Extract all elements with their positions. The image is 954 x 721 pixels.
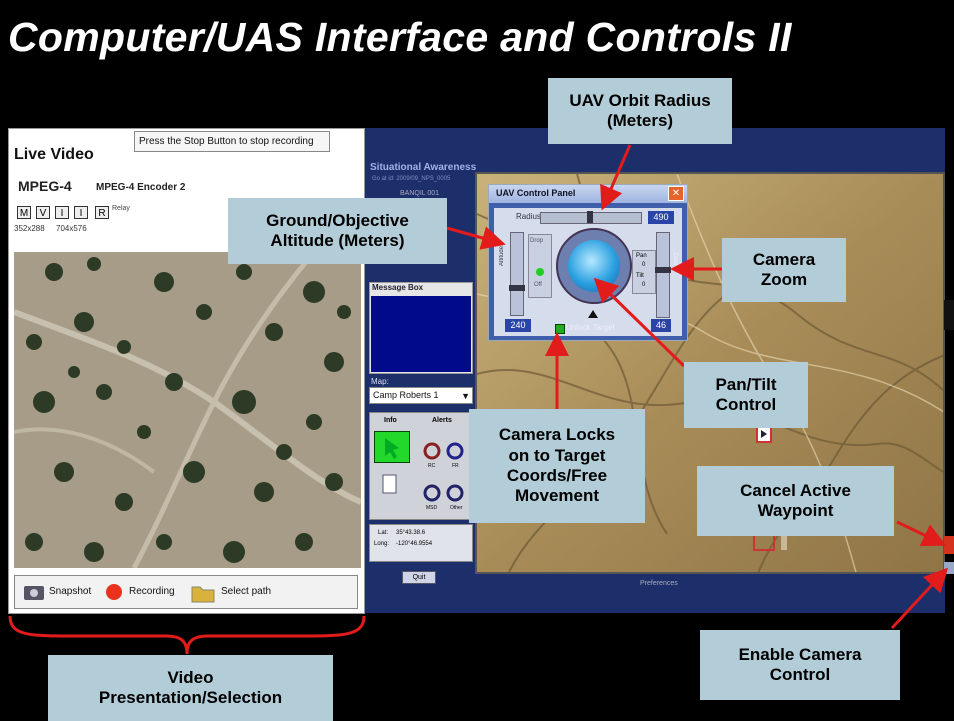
callout-camera-locks-line3: Coords/Free: [506, 466, 608, 485]
arrow-orbit-radius: [600, 144, 632, 211]
callout-camera-zoom-line2: Zoom: [760, 270, 808, 289]
callout-enable-camera-line1: Enable Camera: [738, 644, 862, 664]
callout-video-presentation-line1: Video: [167, 667, 214, 687]
arrow-pan-tilt: [593, 277, 686, 368]
callout-camera-locks-line4: Movement: [514, 486, 600, 506]
callout-camera-locks-line2: on to Target: [508, 445, 606, 465]
callout-orbit-radius: UAV Orbit Radius (Meters): [548, 78, 732, 144]
callout-ground-altitude-line1: Ground/Objective: [266, 210, 409, 230]
callout-pan-tilt: Pan/Tilt Control: [684, 362, 808, 428]
callout-video-presentation-line2: Presentation/Selection: [98, 688, 283, 707]
slide: { "slide": { "title": "Computer/UAS Inte…: [0, 0, 954, 721]
callout-ground-altitude: Ground/Objective Altitude (Meters): [228, 198, 447, 264]
callout-camera-zoom-line1: Camera: [752, 249, 816, 269]
callout-enable-camera: Enable Camera Control: [700, 630, 900, 700]
callout-camera-zoom: Camera Zoom: [722, 238, 846, 302]
arrow-enable-camera: [890, 567, 949, 630]
callout-orbit-radius-line1: UAV Orbit Radius: [569, 90, 711, 110]
callout-camera-locks: Camera Locks on to Target Coords/Free Movem…: [469, 409, 645, 523]
callout-cancel-waypoint-line2: Waypoint: [757, 501, 834, 520]
callout-pan-tilt-line2: Control: [715, 395, 777, 414]
callout-enable-camera-line2: Control: [769, 665, 831, 684]
callout-cancel-waypoint-line1: Cancel Active: [740, 480, 851, 500]
callout-ground-altitude-line2: Altitude (Meters): [270, 231, 405, 250]
callout-orbit-radius-line2: (Meters): [606, 111, 674, 130]
arrow-ground-altitude: [446, 226, 506, 250]
arrow-cancel-waypoint: [896, 520, 947, 547]
callout-pan-tilt-line1: Pan/Tilt: [715, 374, 777, 394]
callout-video-presentation: Video Presentation/Selection: [48, 655, 333, 721]
callout-camera-locks-line1: Camera Locks: [498, 425, 616, 445]
brace-icon: [8, 615, 366, 655]
callout-cancel-waypoint: Cancel Active Waypoint: [697, 466, 894, 536]
